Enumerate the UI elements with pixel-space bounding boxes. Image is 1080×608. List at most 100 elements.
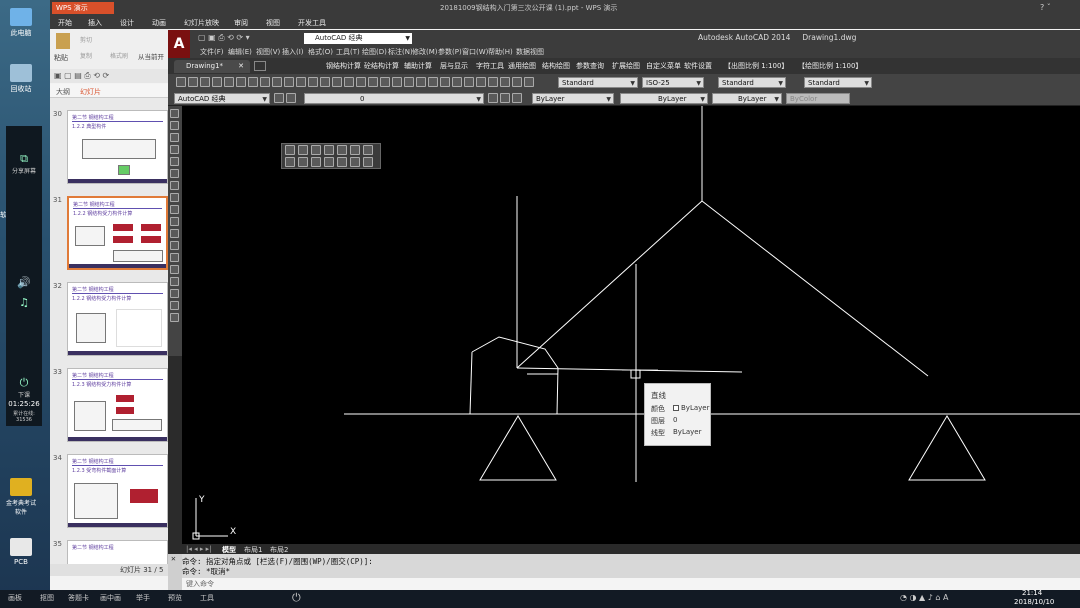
taskbar-item-0[interactable]: 画板 — [8, 593, 22, 603]
toolbar-tool-icon[interactable] — [488, 77, 498, 87]
workspace-combo[interactable]: AutoCAD 经典 ▼ — [174, 93, 270, 104]
acad-menu-3[interactable]: 插入(I) — [282, 47, 304, 57]
modify-tool-icon[interactable] — [363, 145, 373, 155]
acad-quick-access-icons[interactable]: ▢ ▣ ⎙ ⟲ ⟳ ▾ — [198, 33, 250, 43]
plugin-menu-2[interactable]: 辅助计算 — [404, 61, 432, 71]
toolbar-tool-icon[interactable] — [236, 77, 246, 87]
voice-icon[interactable]: 🔊 — [6, 276, 42, 289]
menu-view[interactable]: 视图 — [266, 18, 280, 28]
drawing-svg[interactable]: Y X — [182, 106, 1080, 544]
toolbar-tool-icon[interactable] — [488, 93, 498, 103]
menu-review[interactable]: 审阅 — [234, 18, 248, 28]
toolbar-tool-icon[interactable] — [344, 77, 354, 87]
taskbar-item-6[interactable]: 工具 — [200, 593, 214, 603]
toolbar-tool-icon[interactable] — [512, 93, 522, 103]
toolbar-tool-icon[interactable] — [428, 77, 438, 87]
drawing-canvas[interactable]: Y X — [182, 106, 1080, 544]
layer-combo[interactable]: 0 ▼ — [304, 93, 484, 104]
modify-tool-icon[interactable] — [337, 145, 347, 155]
acad-menu-7[interactable]: 标注(N) — [388, 47, 413, 57]
draw-tool-icon[interactable] — [170, 313, 179, 322]
plugin-menu-12[interactable]: 【绘图比例 1:100】 — [798, 61, 862, 71]
menu-home[interactable]: 开始 — [58, 18, 72, 28]
modify-tool-icon[interactable] — [298, 157, 308, 167]
acad-menu-2[interactable]: 视图(V) — [256, 47, 280, 57]
toolbar-tool-icon[interactable] — [452, 77, 462, 87]
this-pc-icon[interactable]: 此电脑 — [4, 8, 38, 38]
toolbar-tool-icon[interactable] — [512, 77, 522, 87]
format-painter-button[interactable]: 格式刷 — [110, 51, 128, 60]
bracket-shape[interactable] — [471, 336, 559, 415]
toolbar-tool-icon[interactable] — [356, 77, 366, 87]
toolbar-tool-icon[interactable] — [500, 77, 510, 87]
slide-thumbnail[interactable]: 第二节 钢结构工程 1.2.3 钢结构受力构件计算 — [67, 368, 168, 442]
draw-tool-icon[interactable] — [170, 181, 179, 190]
layout-nav-arrows[interactable]: |◂ ◂ ▸ ▸| — [186, 545, 211, 553]
modify-tool-icon[interactable] — [350, 157, 360, 167]
toolbar-tool-icon[interactable] — [188, 77, 198, 87]
toolbar-tool-icon[interactable] — [404, 77, 414, 87]
dim-style-combo[interactable]: ISO-25 ▼ — [642, 77, 704, 88]
menu-animation[interactable]: 动画 — [152, 18, 166, 28]
paste-icon[interactable] — [56, 33, 70, 49]
toolbar-tool-icon[interactable] — [284, 77, 294, 87]
taskbar-item-4[interactable]: 举手 — [136, 593, 150, 603]
table-style-combo[interactable]: Standard ▼ — [718, 77, 786, 88]
modify-tool-icon[interactable] — [324, 157, 334, 167]
drawing-tab[interactable]: Drawing1* ✕ — [174, 60, 250, 73]
end-class-button[interactable]: ⏻ 下课 — [6, 376, 42, 399]
toolbar-tool-icon[interactable] — [476, 77, 486, 87]
modify-tool-icon[interactable] — [311, 157, 321, 167]
plugin-menu-8[interactable]: 扩展绘图 — [612, 61, 640, 71]
left-support-triangle[interactable] — [479, 415, 557, 481]
toolbar-tool-icon[interactable] — [274, 93, 284, 103]
toolbar-tool-icon[interactable] — [416, 77, 426, 87]
draw-tool-icon[interactable] — [170, 301, 179, 310]
plugin-menu-7[interactable]: 参数查询 — [576, 61, 604, 71]
draw-tool-icon[interactable] — [170, 265, 179, 274]
acad-menu-12[interactable]: 数据视图 — [516, 47, 544, 57]
acad-menu-9[interactable]: 参数(P) — [438, 47, 462, 57]
plugin-menu-5[interactable]: 通用绘图 — [508, 61, 536, 71]
toolbar-tool-icon[interactable] — [332, 77, 342, 87]
workspace-selector[interactable]: AutoCAD 经典 ▼ — [304, 33, 412, 44]
draw-tool-icon[interactable] — [170, 121, 179, 130]
taskbar-item-5[interactable]: 预览 — [168, 593, 182, 603]
toolbar-tool-icon[interactable] — [320, 77, 330, 87]
quick-access-icons[interactable]: ▣ ▢ ▤ ⎙ ⟲ ⟳ — [54, 71, 109, 81]
linetype-combo[interactable]: ByLayer ▼ — [620, 93, 708, 104]
draw-tool-icon[interactable] — [170, 169, 179, 178]
plugin-menu-10[interactable]: 软件设置 — [684, 61, 712, 71]
slide-thumbnail-selected[interactable]: 第二节 钢结构工程 1.2.2 钢结构受力构件计算 — [67, 196, 168, 270]
toolbar-tool-icon[interactable] — [380, 77, 390, 87]
toolbar-tool-icon[interactable] — [500, 93, 510, 103]
plugin-menu-4[interactable]: 字符工具 — [476, 61, 504, 71]
acad-menu-10[interactable]: 窗口(W) — [462, 47, 488, 57]
acad-menu-6[interactable]: 绘图(D) — [362, 47, 387, 57]
plugin-menu-9[interactable]: 自定义菜单 — [646, 61, 681, 71]
share-screen-button[interactable]: ⧉ 分享屏幕 — [6, 152, 42, 175]
pcb-icon[interactable]: PCB — [4, 538, 38, 566]
draw-tool-icon[interactable] — [170, 289, 179, 298]
modify-tool-icon[interactable] — [285, 145, 295, 155]
toolbar-tool-icon[interactable] — [272, 77, 282, 87]
plugin-menu-3[interactable]: 层与显示 — [440, 61, 468, 71]
toolbar-tool-icon[interactable] — [248, 77, 258, 87]
copy-button[interactable]: 复制 — [80, 51, 92, 60]
taskbar-item-1[interactable]: 抠图 — [40, 593, 54, 603]
taskbar-item-3[interactable]: 画中画 — [100, 593, 121, 603]
mleader-style-combo[interactable]: Standard ▼ — [804, 77, 872, 88]
cut-button[interactable]: 剪切 — [80, 35, 92, 44]
command-window-close-icon[interactable]: ✕ — [168, 554, 182, 590]
toolbar-tool-icon[interactable] — [368, 77, 378, 87]
toolbar-tool-icon[interactable] — [212, 77, 222, 87]
acad-menu-5[interactable]: 工具(T) — [336, 47, 360, 57]
plugin-menu-1[interactable]: 砼结构计算 — [364, 61, 399, 71]
tray-icons[interactable]: ◔ ◑ ▲ ♪ ⌂ A — [900, 593, 948, 602]
slide-thumbnail[interactable]: 第二节 钢结构工程 — [67, 540, 168, 564]
toolbar-tool-icon[interactable] — [260, 77, 270, 87]
toolbar-tool-icon[interactable] — [392, 77, 402, 87]
draw-tool-icon[interactable] — [170, 217, 179, 226]
paste-button[interactable]: 粘贴 — [54, 53, 68, 63]
draw-tool-icon[interactable] — [170, 277, 179, 286]
